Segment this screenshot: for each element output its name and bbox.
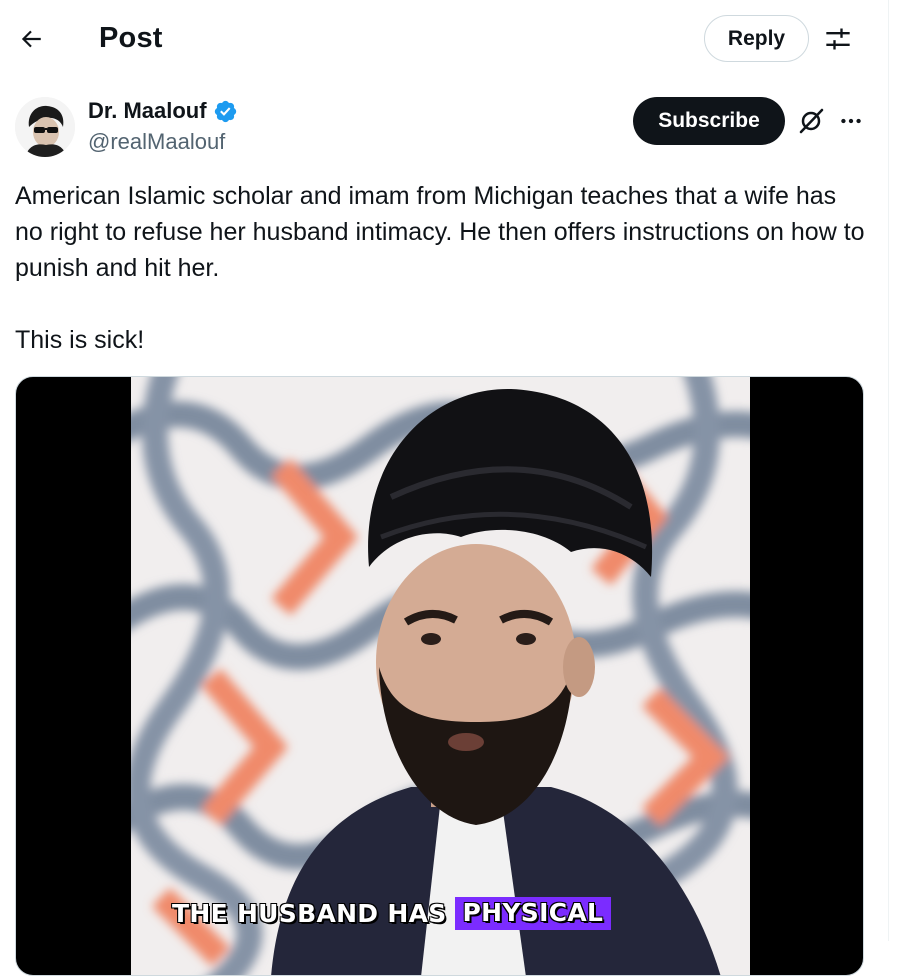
arrow-left-icon[interactable] (18, 26, 44, 52)
video-caption: THE HUSBAND HAS PHYSICAL (172, 897, 612, 930)
post-text-paragraph: American Islamic scholar and imam from M… (15, 182, 865, 282)
author-handle[interactable]: @realMaalouf (88, 129, 225, 155)
author-name-row: Dr. Maalouf (88, 98, 238, 124)
subscribe-button[interactable]: Subscribe (633, 97, 785, 145)
post-text: American Islamic scholar and imam from M… (15, 178, 865, 358)
column-border (888, 0, 889, 941)
post-text-paragraph: This is sick! (15, 326, 145, 354)
avatar[interactable] (15, 97, 75, 157)
caption-text: THE HUSBAND HAS (172, 899, 447, 928)
caption-highlight: PHYSICAL (454, 897, 612, 930)
verified-badge-icon (214, 100, 236, 122)
page-title: Post (99, 22, 163, 54)
more-icon[interactable] (838, 108, 864, 134)
tune-icon[interactable] (824, 25, 852, 53)
video-still (131, 377, 750, 975)
grok-icon[interactable] (796, 106, 826, 136)
author-name[interactable]: Dr. Maalouf (88, 98, 207, 124)
reply-button[interactable]: Reply (704, 15, 809, 62)
video-frame (131, 377, 750, 975)
video-player[interactable]: THE HUSBAND HAS PHYSICAL (15, 376, 864, 976)
